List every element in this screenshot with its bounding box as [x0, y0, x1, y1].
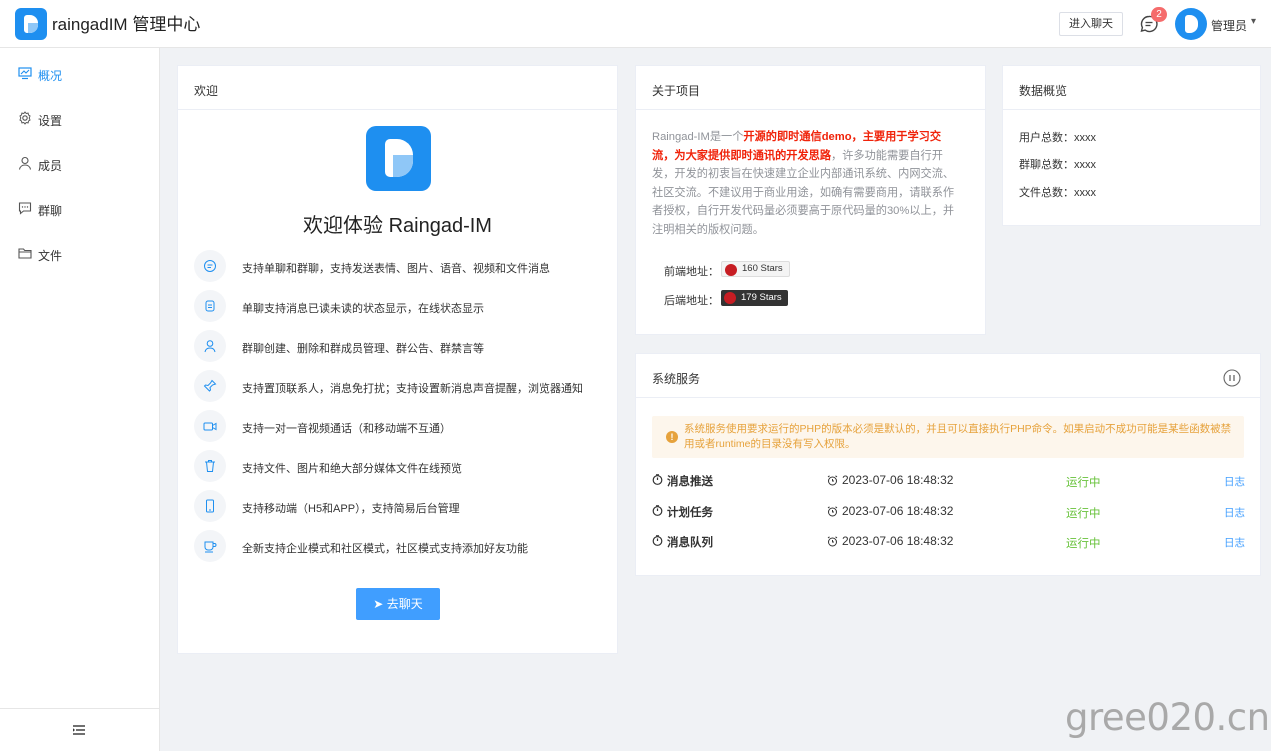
sidebar-item-files[interactable]: 文件 — [0, 238, 159, 268]
service-time: 2023-07-06 18:48:32 — [842, 534, 954, 548]
feature-text: 单聊支持消息已读未读的状态显示，在线状态显示 — [242, 303, 484, 315]
service-time: 2023-07-06 18:48:32 — [842, 504, 954, 518]
sidebar-item-settings[interactable]: 设置 — [0, 103, 159, 133]
gitee-icon — [724, 292, 736, 304]
backend-label: 后端地址： — [664, 295, 719, 307]
feature-text: 支持单聊和群聊，支持发送表情、图片、语音、视频和文件消息 — [242, 263, 550, 275]
service-row: 计划任务 2023-07-06 18:48:32 运行中 日志 — [636, 495, 1258, 525]
sidebar-item-label: 群聊 — [38, 204, 63, 218]
stopwatch-icon — [652, 505, 663, 516]
frontend-stars-badge[interactable]: 160 Stars — [721, 261, 790, 277]
folder-icon — [18, 248, 32, 259]
file-count: 文件总数：xxxx — [1019, 187, 1096, 199]
sidebar-item-label: 设置 — [38, 114, 63, 128]
card-title: 系统服务 — [652, 372, 701, 386]
alarm-clock-icon — [827, 506, 838, 517]
user-name[interactable]: 管理员 — [1211, 17, 1247, 34]
mobile-icon — [206, 499, 214, 513]
gitee-icon — [725, 264, 737, 276]
send-icon: ➤ — [373, 597, 387, 611]
feature-text: 支持置顶联系人，消息免打扰；支持设置新消息声音提醒，浏览器通知 — [242, 383, 583, 395]
watermark: gree020.cn — [1065, 696, 1270, 739]
welcome-logo — [366, 126, 431, 191]
status-badge: 运行中 — [1066, 508, 1101, 520]
feature-item: 群聊创建、删除和群成员管理、群公告、群禁言等 — [194, 330, 614, 364]
trash-icon — [205, 460, 215, 472]
about-card: 关于项目 Raingad-IM是一个开源的即时通信demo，主要用于学习交流，为… — [635, 65, 986, 335]
service-row: 消息推送 2023-07-06 18:48:32 运行中 日志 — [636, 464, 1258, 494]
stopwatch-icon — [652, 535, 663, 546]
chat-icon — [18, 202, 32, 215]
app-logo[interactable] — [15, 8, 47, 40]
pause-icon[interactable] — [1223, 369, 1241, 387]
alert-text: 系统服务使用要求运行的PHP的版本必须是默认的，并且可以直接执行PHP命令。如果… — [684, 423, 1232, 450]
feature-text: 支持移动端（H5和APP），支持简易后台管理 — [242, 503, 460, 515]
card-title: 数据概览 — [1019, 84, 1068, 98]
feature-item: 单聊支持消息已读未读的状态显示，在线状态显示 — [194, 290, 614, 324]
notification-badge: 2 — [1151, 7, 1167, 22]
pin-icon — [203, 379, 217, 392]
group-count: 群聊总数：xxxx — [1019, 159, 1096, 171]
alarm-clock-icon — [827, 475, 838, 486]
warning-icon: ! — [666, 431, 678, 443]
feature-text: 全新支持企业模式和社区模式，社区模式支持添加好友功能 — [242, 543, 528, 555]
feature-text: 支持一对一音视频通话（和移动端不互通） — [242, 423, 451, 435]
read-status-icon — [205, 300, 215, 312]
sidebar-item-groups[interactable]: 群聊 — [0, 193, 159, 223]
sidebar-item-overview[interactable]: 概况 — [0, 58, 159, 88]
services-card: 系统服务 ! 系统服务使用要求运行的PHP的版本必须是默认的，并且可以直接执行P… — [635, 353, 1261, 576]
alarm-clock-icon — [827, 536, 838, 547]
user-icon — [204, 340, 216, 353]
feature-item: 支持移动端（H5和APP），支持简易后台管理 — [194, 490, 614, 524]
service-name: 消息队列 — [667, 537, 713, 549]
sidebar-item-label: 文件 — [38, 249, 63, 263]
service-time: 2023-07-06 18:48:32 — [842, 473, 954, 487]
card-title: 关于项目 — [652, 84, 701, 98]
service-name: 消息推送 — [667, 476, 713, 488]
card-title: 欢迎 — [194, 84, 219, 98]
log-link[interactable]: 日志 — [1224, 474, 1245, 489]
go-chat-button[interactable]: ➤ 去聊天 — [356, 588, 440, 620]
status-badge: 运行中 — [1066, 538, 1101, 550]
top-header: raingadIM 管理中心 进入聊天 2 管理员 ▾ — [0, 0, 1271, 48]
sidebar-footer — [0, 708, 159, 751]
backend-stars-badge[interactable]: 179 Stars — [721, 290, 788, 306]
avatar[interactable] — [1175, 8, 1207, 40]
feature-item: 支持文件、图片和绝大部分媒体文件在线预览 — [194, 450, 614, 484]
sidebar-item-members[interactable]: 成员 — [0, 148, 159, 178]
frontend-label: 前端地址： — [664, 266, 719, 278]
log-link[interactable]: 日志 — [1224, 505, 1245, 520]
feature-text: 支持文件、图片和绝大部分媒体文件在线预览 — [242, 463, 462, 475]
feature-item: 支持一对一音视频通话（和移动端不互通） — [194, 410, 614, 444]
about-description: Raingad-IM是一个开源的即时通信demo，主要用于学习交流，为大家提供即… — [652, 131, 955, 236]
overview-card: 数据概览 用户总数：xxxx 群聊总数：xxxx 文件总数：xxxx — [1002, 65, 1261, 226]
stopwatch-icon — [652, 474, 663, 485]
sidebar-item-label: 概况 — [38, 69, 63, 83]
feature-text: 群聊创建、删除和群成员管理、群公告、群禁言等 — [242, 343, 484, 355]
chevron-down-icon[interactable]: ▾ — [1251, 16, 1256, 27]
sidebar: 概况 设置 成员 群聊 文件 — [0, 48, 160, 751]
service-name: 计划任务 — [667, 507, 713, 519]
user-icon — [18, 156, 32, 170]
enter-chat-button[interactable]: 进入聊天 — [1059, 12, 1123, 36]
gear-icon — [19, 111, 31, 125]
monitor-icon — [18, 67, 32, 80]
video-camera-icon — [203, 422, 217, 431]
service-row: 消息队列 2023-07-06 18:48:32 运行中 日志 — [636, 525, 1258, 555]
sidebar-item-label: 成员 — [38, 159, 63, 173]
chat-bubble-icon — [204, 260, 216, 272]
feature-item: 全新支持企业模式和社区模式，社区模式支持添加好友功能 — [194, 530, 614, 564]
feature-item: 支持单聊和群聊，支持发送表情、图片、语音、视频和文件消息 — [194, 250, 614, 284]
app-title: raingadIM 管理中心 — [52, 15, 201, 34]
welcome-card: 欢迎 欢迎体验 Raingad-IM 支持单聊和群聊，支持发送表情、图片、语音、… — [177, 65, 618, 654]
menu-collapse-icon[interactable] — [73, 724, 85, 736]
service-alert: ! 系统服务使用要求运行的PHP的版本必须是默认的，并且可以直接执行PHP命令。… — [652, 416, 1244, 458]
welcome-heading: 欢迎体验 Raingad-IM — [303, 215, 492, 237]
log-link[interactable]: 日志 — [1224, 535, 1245, 550]
cup-icon — [204, 541, 217, 553]
status-badge: 运行中 — [1066, 477, 1101, 489]
user-count: 用户总数：xxxx — [1019, 132, 1096, 144]
feature-item: 支持置顶联系人，消息免打扰；支持设置新消息声音提醒，浏览器通知 — [194, 370, 614, 404]
